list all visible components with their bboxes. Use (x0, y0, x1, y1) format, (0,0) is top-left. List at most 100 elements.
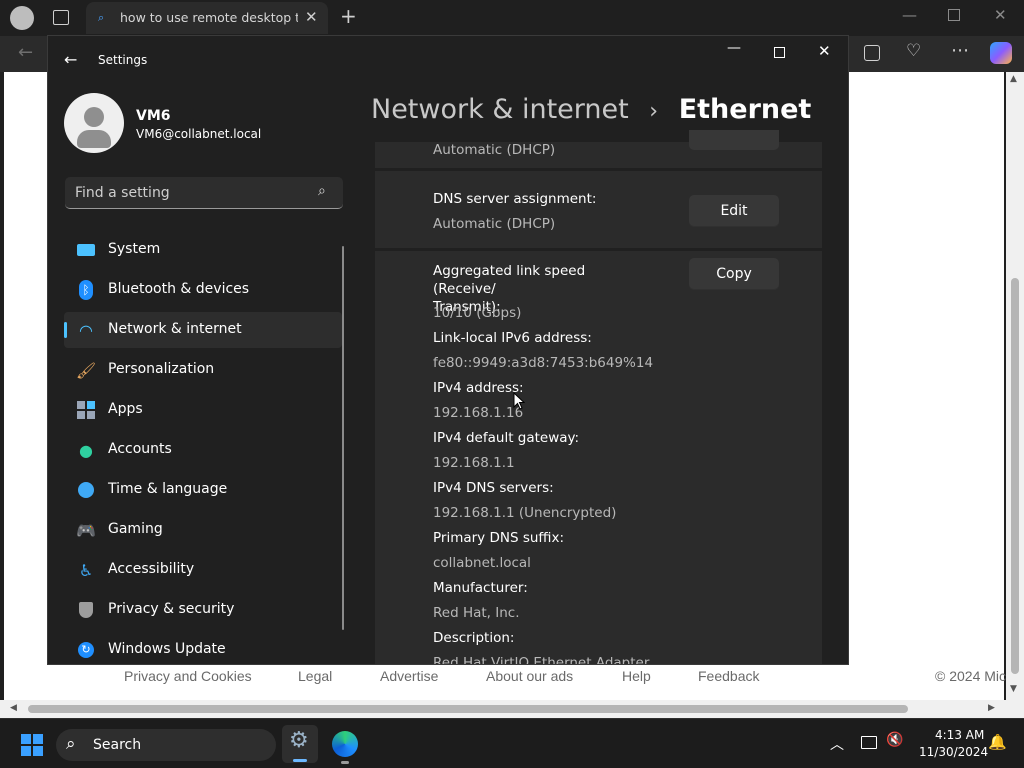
sidebar-item-network[interactable]: ◠ Network & internet (64, 312, 342, 348)
scrollbar-thumb[interactable] (1011, 278, 1019, 674)
user-email: VM6@collabnet.local (136, 127, 262, 141)
prop-dns-suffix-label: Primary DNS suffix: (433, 530, 564, 546)
sidebar-scrollbar[interactable] (342, 246, 344, 630)
settings-window: ← Settings — ✕ VM6 VM6@collabnet.local F… (48, 36, 848, 664)
copy-button[interactable]: Copy (689, 258, 779, 290)
clock-time[interactable]: 4:13 AM (935, 728, 984, 742)
prop-dns-servers-value: 192.168.1.1 (Unencrypted) (433, 505, 617, 521)
footer-link-help[interactable]: Help (622, 668, 651, 684)
horizontal-scrollbar[interactable]: ◀ ▶ (0, 700, 1024, 718)
search-icon: ⌕ (318, 183, 326, 199)
sidebar-item-label: Privacy & security (108, 601, 235, 617)
bluetooth-icon: ᛒ (76, 280, 96, 300)
chevron-right-icon: › (649, 99, 659, 124)
sidebar-item-personalization[interactable]: 🖌 Personalization (64, 352, 342, 388)
shield-icon (76, 600, 96, 620)
profile-avatar-icon[interactable] (10, 6, 34, 30)
window-minimize-icon[interactable]: — (727, 40, 741, 56)
sidebar-item-apps[interactable]: Apps (64, 392, 342, 428)
more-options-icon[interactable]: ⋯ (951, 40, 969, 61)
footer-link-advertise[interactable]: Advertise (380, 668, 438, 684)
prop-description-value: Red Hat VirtIO Ethernet Adapter (433, 655, 650, 664)
scroll-up-icon[interactable]: ▲ (1010, 74, 1017, 84)
vertical-scrollbar[interactable]: ▲ ▼ (1006, 72, 1024, 702)
window-maximize-icon[interactable] (774, 47, 785, 58)
sidebar-item-label: Accessibility (108, 561, 195, 577)
sidebar-item-gaming[interactable]: 🎮 Gaming (64, 512, 342, 548)
browser-tab-active[interactable]: ⌕ how to use remote desktop to co ✕ (86, 2, 328, 34)
search-input[interactable]: Find a setting ⌕ (65, 177, 343, 209)
dns-assignment-label: DNS server assignment: (433, 191, 597, 207)
sidebar-item-windows-update[interactable]: ↻ Windows Update (64, 632, 342, 664)
scroll-left-icon[interactable]: ◀ (10, 703, 17, 713)
horizontal-scrollbar-thumb[interactable] (28, 705, 908, 713)
new-tab-icon[interactable]: + (340, 4, 357, 28)
avatar[interactable] (64, 93, 124, 153)
dns-assignment-card: DNS server assignment: Automatic (DHCP) … (375, 171, 822, 248)
sidebar-item-label: Time & language (108, 481, 228, 497)
browser-tab-bar: ⌕ how to use remote desktop to co ✕ + — … (0, 0, 1024, 36)
start-windows-icon[interactable] (21, 734, 43, 756)
accessibility-icon: ♿ (78, 560, 94, 580)
sidebar-item-label: Gaming (108, 521, 163, 537)
clock-date[interactable]: 11/30/2024 (919, 745, 988, 759)
copyright-text: © 2024 Mic (935, 668, 1007, 684)
prop-ipv6-value: fe80::9949:a3d8:7453:b649%14 (433, 355, 654, 371)
mouse-cursor-icon (513, 392, 525, 410)
volume-muted-icon[interactable]: 🔇 (886, 732, 903, 748)
breadcrumb-parent[interactable]: Network & internet (371, 94, 629, 125)
ip-assignment-edit-button[interactable] (689, 130, 779, 150)
page-title: Ethernet (678, 94, 812, 125)
clock-globe-icon (76, 480, 96, 500)
network-status-icon[interactable] (861, 736, 877, 749)
footer-link-legal[interactable]: Legal (298, 668, 332, 684)
collections-icon[interactable] (864, 45, 880, 61)
sidebar-item-accessibility[interactable]: ♿ Accessibility (64, 552, 342, 588)
tab-close-icon[interactable]: ✕ (305, 8, 318, 26)
prop-manufacturer-label: Manufacturer: (433, 580, 528, 596)
sidebar-item-accounts[interactable]: ● Accounts (64, 432, 342, 468)
ip-assignment-card: Automatic (DHCP) (375, 130, 822, 168)
minimize-icon[interactable]: — (902, 6, 917, 24)
sidebar-item-label: Windows Update (108, 641, 226, 657)
prop-description-label: Description: (433, 630, 515, 646)
copilot-icon[interactable] (990, 42, 1012, 64)
ip-assignment-value: Automatic (DHCP) (433, 142, 556, 158)
prop-gateway-value: 192.168.1.1 (433, 455, 515, 471)
footer-link-privacy[interactable]: Privacy and Cookies (124, 668, 252, 684)
browser-essentials-icon[interactable]: ♡ (906, 41, 921, 61)
sidebar-item-privacy[interactable]: Privacy & security (64, 592, 342, 628)
back-arrow-icon[interactable]: ← (18, 42, 33, 63)
sidebar-item-system[interactable]: System (64, 232, 342, 268)
footer-link-feedback[interactable]: Feedback (698, 668, 759, 684)
taskbar-search-label: Search (93, 737, 142, 753)
edit-button[interactable]: Edit (689, 195, 779, 227)
restore-icon[interactable] (948, 9, 960, 21)
prop-ipv4-value: 192.168.1.16 (433, 405, 524, 421)
scroll-right-icon[interactable]: ▶ (988, 703, 995, 713)
chevron-up-icon[interactable]: ︿ (830, 734, 844, 754)
notification-bell-icon[interactable]: 🔔 (988, 733, 1007, 751)
sidebar-item-label: Bluetooth & devices (108, 281, 250, 297)
close-icon[interactable]: ✕ (994, 6, 1007, 24)
settings-gear-app-icon[interactable]: ⚙ (282, 725, 318, 763)
dns-assignment-value: Automatic (DHCP) (433, 216, 556, 232)
gamepad-icon: 🎮 (76, 520, 96, 540)
update-icon: ↻ (76, 640, 96, 660)
scroll-down-icon[interactable]: ▼ (1010, 684, 1017, 694)
sidebar-item-time-language[interactable]: Time & language (64, 472, 342, 508)
footer-link-about-ads[interactable]: About our ads (486, 668, 573, 684)
window-close-icon[interactable]: ✕ (818, 42, 831, 60)
tab-actions-icon[interactable] (53, 10, 69, 25)
apps-icon (76, 400, 96, 420)
brush-icon: 🖌 (75, 360, 97, 380)
edge-browser-icon[interactable] (332, 731, 358, 764)
back-arrow-icon[interactable]: ← (64, 50, 77, 69)
sidebar-item-bluetooth[interactable]: ᛒ Bluetooth & devices (64, 272, 342, 308)
taskbar-search-box[interactable]: ⌕ Search (56, 729, 276, 761)
monitor-icon (76, 240, 96, 260)
app-title: Settings (98, 53, 148, 67)
prop-gateway-label: IPv4 default gateway: (433, 430, 580, 446)
taskbar: ⌕ Search ⚙ ︿ 🔇 4:13 AM 11/30/2024 🔔 (0, 718, 1024, 768)
search-favicon-icon: ⌕ (98, 11, 105, 24)
